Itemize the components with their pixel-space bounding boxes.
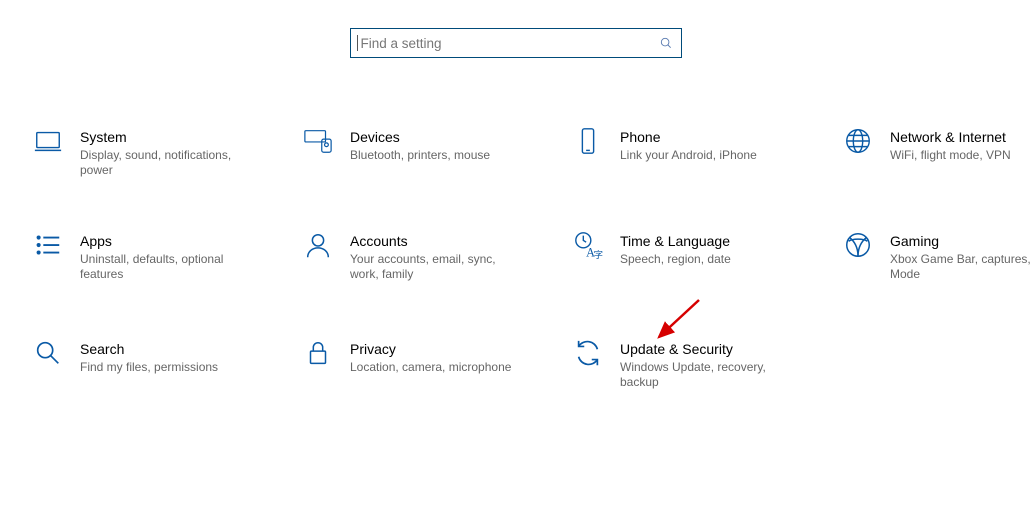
privacy-icon <box>300 338 336 368</box>
tile-network[interactable]: Network & Internet WiFi, flight mode, VP… <box>840 128 1031 163</box>
tile-desc: Bluetooth, printers, mouse <box>350 148 490 163</box>
tile-desc: Windows Update, recovery, backup <box>620 360 790 390</box>
tile-title: Time & Language <box>620 232 731 250</box>
tile-desc: Your accounts, email, sync, work, family <box>350 252 520 282</box>
tile-apps[interactable]: Apps Uninstall, defaults, optional featu… <box>30 232 270 282</box>
tile-update-security[interactable]: Update & Security Windows Update, recove… <box>570 340 810 390</box>
settings-grid: System Display, sound, notifications, po… <box>0 58 1031 508</box>
tile-title: Network & Internet <box>890 128 1011 146</box>
annotation-arrow <box>647 295 707 345</box>
tile-title: Accounts <box>350 232 520 250</box>
tile-desc: Display, sound, notifications, power <box>80 148 250 178</box>
tile-title: System <box>80 128 250 146</box>
tile-desc: WiFi, flight mode, VPN <box>890 148 1011 163</box>
network-icon <box>840 126 876 156</box>
search-bar-container: Find a setting <box>0 28 1031 58</box>
devices-icon <box>300 126 336 156</box>
update-security-icon <box>570 338 606 368</box>
search-placeholder: Find a setting <box>361 36 659 51</box>
tile-time-language[interactable]: A 字 Time & Language Speech, region, date <box>570 232 810 267</box>
tile-desc: Uninstall, defaults, optional features <box>80 252 250 282</box>
text-cursor <box>357 35 358 51</box>
tile-desc: Link your Android, iPhone <box>620 148 757 163</box>
tile-privacy[interactable]: Privacy Location, camera, microphone <box>300 340 540 375</box>
tile-desc: Xbox Game Bar, captures, Mode <box>890 252 1031 282</box>
tile-title: Phone <box>620 128 757 146</box>
tile-desc: Speech, region, date <box>620 252 731 267</box>
tile-title: Privacy <box>350 340 511 358</box>
search-input[interactable]: Find a setting <box>350 28 682 58</box>
phone-icon <box>570 126 606 156</box>
tile-search[interactable]: Search Find my files, permissions <box>30 340 270 375</box>
search-category-icon <box>30 338 66 368</box>
tile-title: Devices <box>350 128 490 146</box>
tile-desc: Location, camera, microphone <box>350 360 511 375</box>
tile-title: Apps <box>80 232 250 250</box>
tile-phone[interactable]: Phone Link your Android, iPhone <box>570 128 810 163</box>
tile-title: Gaming <box>890 232 1031 250</box>
apps-icon <box>30 230 66 260</box>
tile-accounts[interactable]: Accounts Your accounts, email, sync, wor… <box>300 232 540 282</box>
svg-text:字: 字 <box>594 249 603 260</box>
search-icon <box>659 36 673 50</box>
tile-system[interactable]: System Display, sound, notifications, po… <box>30 128 270 178</box>
tile-title: Search <box>80 340 218 358</box>
tile-desc: Find my files, permissions <box>80 360 218 375</box>
tile-gaming[interactable]: Gaming Xbox Game Bar, captures, Mode <box>840 232 1031 282</box>
accounts-icon <box>300 230 336 260</box>
system-icon <box>30 126 66 156</box>
gaming-icon <box>840 230 876 260</box>
tile-devices[interactable]: Devices Bluetooth, printers, mouse <box>300 128 540 163</box>
time-language-icon: A 字 <box>570 230 606 260</box>
